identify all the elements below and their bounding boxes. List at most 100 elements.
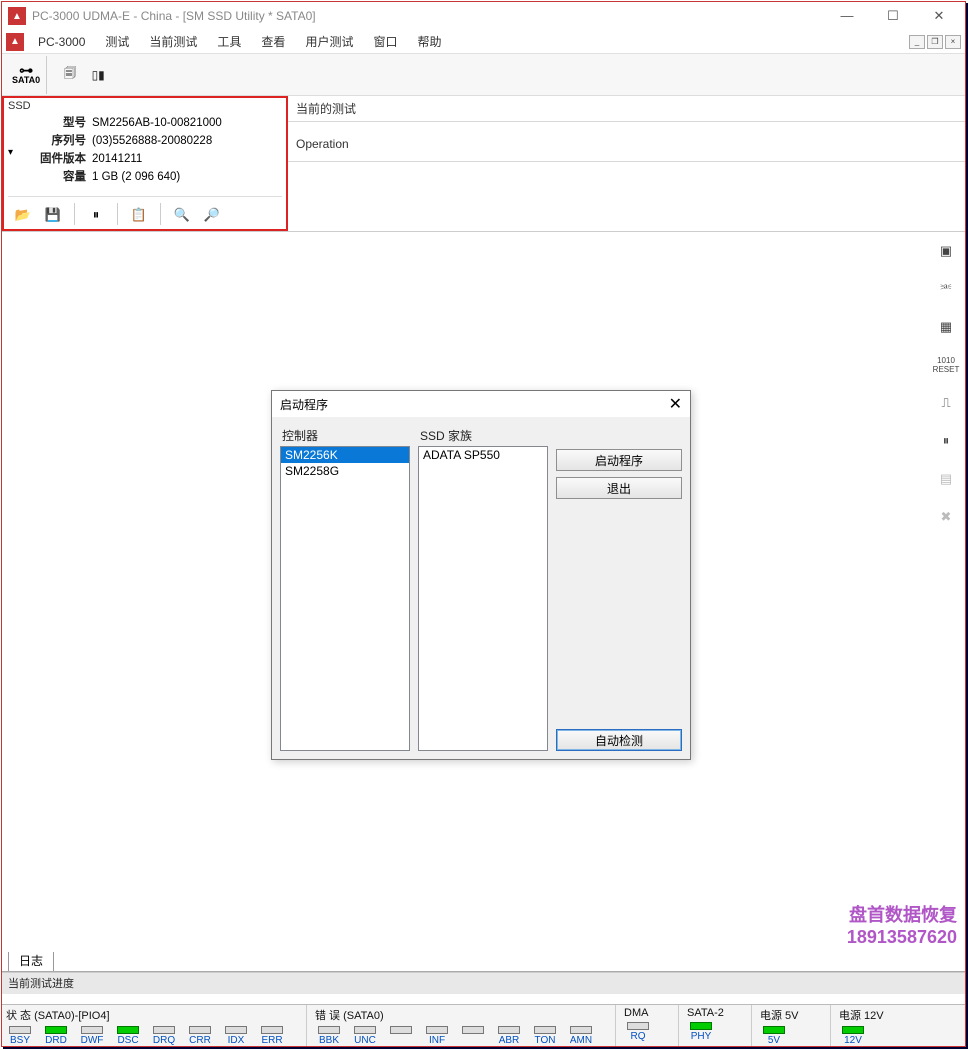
list-item[interactable]: SM2258G	[281, 463, 409, 479]
probe-icon[interactable]: ⎍	[935, 392, 957, 414]
window-buttons: — ☐ ✕	[833, 8, 959, 24]
label-model: 型号	[34, 114, 92, 132]
led-indicator: ERR	[254, 1025, 290, 1046]
right-toolbar: ▣ ⎃ ▦ 1010RESET ⎍ ⏸ ▤ ✖	[927, 232, 965, 528]
save-button[interactable]: 💾	[38, 203, 68, 227]
ssd-info: 型号SM2256AB-10-00821000 序列号(03)5526888-20…	[16, 112, 222, 192]
led-indicator: 5V	[756, 1025, 792, 1046]
label-firmware: 固件版本	[34, 150, 92, 168]
ssd-action-bar: 📂 💾 ⏸ 📋 🔍 🔎	[8, 196, 282, 227]
copy-icon[interactable]: 🗐	[57, 62, 83, 88]
sata-selector[interactable]: ⊶ SATA0	[12, 65, 40, 85]
tool-group-port: ⊶ SATA0	[6, 56, 47, 94]
dialog-title: 启动程序	[280, 396, 328, 413]
log-tab[interactable]: 日志	[8, 949, 54, 971]
find-button[interactable]: 🔍	[167, 203, 197, 227]
autodetect-button[interactable]: 自动检测	[556, 729, 682, 751]
menu-item[interactable]: 查看	[253, 31, 293, 52]
p12v-group: 电源 12V 12V	[835, 1005, 905, 1046]
menu-item[interactable]: 窗口	[365, 31, 405, 52]
led-indicator: CRR	[182, 1025, 218, 1046]
dialog-body: 控制器 SM2256K SM2258G SSD 家族 ADATA SP550 启…	[272, 417, 690, 759]
current-test-row: 当前的测试	[288, 96, 965, 122]
tool-group-2: 🗐 ▯▮	[51, 56, 117, 94]
copy-button[interactable]: 📋	[124, 203, 154, 227]
controller-list[interactable]: SM2256K SM2258G	[280, 446, 410, 751]
list-item[interactable]: SM2256K	[281, 447, 409, 463]
watermark-line2: 18913587620	[847, 927, 957, 948]
ssd-header: SSD	[8, 100, 282, 112]
quit-button[interactable]: 退出	[556, 477, 682, 499]
led-indicator: DRD	[38, 1025, 74, 1046]
p12v-led: 12V	[835, 1025, 905, 1046]
p5v-header: 电源 5V	[756, 1005, 826, 1025]
pause-icon[interactable]: ⏸	[935, 430, 957, 452]
io-icon[interactable]: ⎃	[935, 278, 957, 300]
led-indicator: RQ	[620, 1021, 656, 1042]
menu-item[interactable]: 用户测试	[297, 31, 361, 52]
chip2-icon[interactable]: ▤	[935, 468, 957, 490]
operation-row: Operation	[288, 122, 965, 162]
led-indicator: AMN	[563, 1025, 599, 1046]
port-icon: ⊶	[19, 65, 33, 75]
led-indicator	[383, 1025, 419, 1046]
window-title: PC-3000 UDMA-E - China - [SM SSD Utility…	[32, 9, 833, 23]
pause-button[interactable]: ⏸	[81, 203, 111, 227]
led-indicator: UNC	[347, 1025, 383, 1046]
value-serial: (03)5526888-20080228	[92, 132, 212, 150]
tools-icon[interactable]: ✖	[935, 506, 957, 528]
menu-item[interactable]: 测试	[97, 31, 137, 52]
status-header: 状 态 (SATA0)-[PIO4]	[2, 1005, 302, 1025]
mdi-close[interactable]: ×	[945, 35, 961, 49]
open-button[interactable]: 📂	[8, 203, 38, 227]
mdi-restore[interactable]: ❐	[927, 35, 943, 49]
minimize-button[interactable]: —	[833, 8, 861, 24]
status-leds: BSYDRDDWFDSCDRQCRRIDXERR	[2, 1025, 302, 1046]
mdi-controls: _ ❐ ×	[907, 35, 961, 49]
app-icon: ▲	[8, 7, 26, 25]
reset-icon[interactable]: 1010RESET	[935, 354, 957, 376]
watermark: 盘首数据恢复 18913587620	[847, 901, 957, 948]
led-indicator: PHY	[683, 1021, 719, 1042]
controller-column: 控制器 SM2256K SM2258G	[280, 425, 410, 751]
memory-icon[interactable]: ▦	[935, 316, 957, 338]
led-indicator: INF	[419, 1025, 455, 1046]
family-list[interactable]: ADATA SP550	[418, 446, 548, 751]
dma-led: RQ	[620, 1021, 674, 1042]
start-button[interactable]: 启动程序	[556, 449, 682, 471]
menu-item[interactable]: 帮助	[409, 31, 449, 52]
errors-group: 错 误 (SATA0) BBKUNCINFABRTONAMN	[311, 1005, 611, 1046]
log-tabs: 日志	[2, 952, 965, 972]
app-icon-small: ▲	[6, 33, 24, 51]
toolbar: ⊶ SATA0 🗐 ▯▮	[2, 54, 965, 96]
structure-icon[interactable]: ▯▮	[85, 62, 111, 88]
dma-group: DMA RQ	[620, 1005, 674, 1042]
dialog-close-button[interactable]: ✕	[669, 394, 682, 414]
p5v-led: 5V	[756, 1025, 826, 1046]
led-indicator: ABR	[491, 1025, 527, 1046]
menubar: ▲ PC-3000 测试 当前测试 工具 查看 用户测试 窗口 帮助 _ ❐ ×	[2, 30, 965, 54]
maximize-button[interactable]: ☐	[879, 8, 907, 24]
chip-icon[interactable]: ▣	[935, 240, 957, 262]
expand-handle[interactable]: ▾	[8, 112, 16, 192]
progress-label: 当前测试进度	[8, 978, 74, 990]
list-item[interactable]: ADATA SP550	[419, 447, 547, 463]
ssd-info-panel: SSD ▾ 型号SM2256AB-10-00821000 序列号(03)5526…	[2, 96, 288, 231]
menu-item[interactable]: 当前测试	[141, 31, 205, 52]
status-group: 状 态 (SATA0)-[PIO4] BSYDRDDWFDSCDRQCRRIDX…	[2, 1005, 302, 1046]
app-window: ▲ PC-3000 UDMA-E - China - [SM SSD Utili…	[1, 1, 966, 1047]
led-indicator: DWF	[74, 1025, 110, 1046]
p5v-group: 电源 5V 5V	[756, 1005, 826, 1046]
find-next-button[interactable]: 🔎	[197, 203, 227, 227]
label-serial: 序列号	[34, 132, 92, 150]
menu-app[interactable]: PC-3000	[30, 33, 93, 51]
dialog-buttons: 启动程序 退出 自动检测	[556, 425, 682, 751]
menu-item[interactable]: 工具	[209, 31, 249, 52]
value-firmware: 20141211	[92, 150, 142, 168]
error-leds: BBKUNCINFABRTONAMN	[311, 1025, 611, 1046]
sata-group: SATA-2 PHY	[683, 1005, 747, 1042]
progress-bar-area: 当前测试进度	[2, 972, 965, 994]
family-label: SSD 家族	[418, 425, 548, 446]
mdi-minimize[interactable]: _	[909, 35, 925, 49]
close-button[interactable]: ✕	[925, 8, 953, 24]
